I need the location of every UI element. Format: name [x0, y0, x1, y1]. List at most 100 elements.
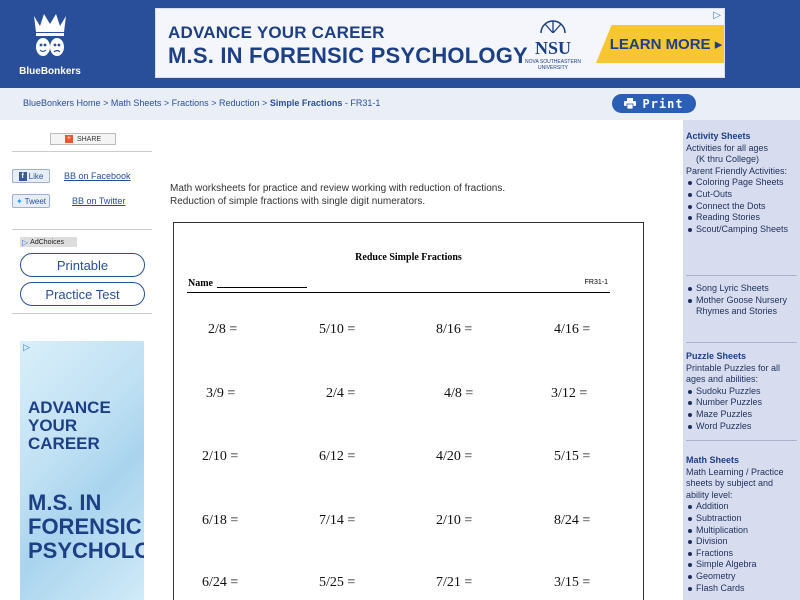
right-sidebar: Activity Sheets Activities for all ages … [683, 120, 800, 600]
song-list: Song Lyric Sheets Mother Goose Nursery [686, 283, 797, 306]
math-sheets-section: Math Sheets Math Learning / Practice she… [686, 455, 797, 594]
breadcrumb-separator: > [262, 98, 268, 108]
activity-sheets-section: Activity Sheets Activities for all ages … [686, 131, 797, 235]
practice-test-button[interactable]: Practice Test [20, 282, 145, 306]
sidebar-link[interactable]: Song Lyric Sheets [686, 283, 797, 295]
learn-more-button[interactable]: LEARN MORE ▸ [596, 25, 724, 63]
facebook-icon: f [18, 171, 27, 181]
crown-masks-icon [34, 14, 66, 56]
sidebar-link[interactable]: Fractions [686, 548, 797, 560]
tweet-button[interactable]: ✦ Tweet [12, 194, 50, 208]
sidebar-link[interactable]: Simple Algebra [686, 559, 797, 571]
sidebar-link[interactable]: Multiplication [686, 525, 797, 537]
activity-list: Coloring Page Sheets Cut-Outs Connect th… [686, 177, 797, 235]
intro-line1: Math worksheets for practice and review … [170, 183, 506, 194]
adchoices-icon[interactable]: ▷ [23, 342, 30, 353]
breadcrumb: BlueBonkers Home > Math Sheets > Fractio… [23, 98, 380, 108]
share-plus-icon: + [64, 135, 73, 143]
breadcrumb-separator: > [211, 98, 217, 108]
problem: 3/15 = [554, 575, 591, 590]
worksheet-rule [187, 292, 610, 293]
problem: 8/16 = [436, 322, 473, 337]
intro-text: Math worksheets for practice and review … [170, 182, 505, 208]
sidebar-link[interactable]: Mother Goose Nursery [686, 295, 797, 307]
print-button[interactable]: Print [612, 94, 696, 113]
adchoices-label: AdChoices [30, 238, 65, 246]
breadcrumb-home[interactable]: BlueBonkers Home [23, 98, 101, 108]
breadcrumb-separator: > [103, 98, 109, 108]
printable-button[interactable]: Printable [20, 253, 145, 277]
divider [686, 440, 797, 441]
sidebar-link[interactable]: Flash Cards [686, 583, 797, 595]
problem: 8/24 = [554, 513, 591, 528]
breadcrumb-reduction[interactable]: Reduction [219, 98, 260, 108]
sidebar-link[interactable]: Connect the Dots [686, 201, 797, 213]
share-button[interactable]: + SHARE [50, 133, 116, 145]
divider [12, 313, 152, 314]
problem: 2/10 = [436, 513, 473, 528]
puzzle-sheets-section: Puzzle Sheets Printable Puzzles for all … [686, 351, 797, 432]
sidebar-link[interactable]: Subtraction [686, 513, 797, 525]
twitter-icon: ✦ [15, 196, 23, 206]
problem: 5/10 = [319, 322, 356, 337]
problem: 4/8 = [444, 386, 474, 401]
divider [12, 229, 152, 230]
problem: 4/20 = [436, 449, 473, 464]
banner-line1: ADVANCE YOUR CAREER [168, 23, 385, 42]
share-label: SHARE [76, 135, 102, 143]
worksheet-title: Reduce Simple Fractions [355, 252, 462, 263]
problem: 6/12 = [319, 449, 356, 464]
sidebar-link[interactable]: Rhymes and Stories [686, 306, 797, 318]
sidebar-link[interactable]: Number Puzzles [686, 397, 797, 409]
worksheet-preview: Reduce Simple Fractions Name FR31-1 2/8 … [173, 222, 644, 600]
sidebar-link[interactable]: Cut-Outs [686, 189, 797, 201]
puzzle-desc: Printable Puzzles for all ages and abili… [686, 362, 781, 385]
top-banner-ad[interactable]: ADVANCE YOUR CAREER M.S. IN FORENSIC PSY… [155, 8, 725, 78]
problem: 5/15 = [554, 449, 591, 464]
banner-line2: M.S. IN FORENSIC PSYCHOLOGY [168, 43, 528, 68]
problem: 6/24 = [202, 575, 239, 590]
sidebar-link[interactable]: Word Puzzles [686, 421, 797, 433]
problem: 2/10 = [202, 449, 239, 464]
problem: 7/14 = [319, 513, 356, 528]
nsu-logo: NSU NOVA SOUTHEASTERN UNIVERSITY [518, 19, 588, 71]
sidebar-link[interactable]: Addition [686, 501, 797, 513]
math-desc: Math Learning / Practice sheets by subje… [686, 466, 784, 500]
puzzle-sheets-heading[interactable]: Puzzle Sheets [686, 351, 797, 363]
sidebar-link[interactable]: Scout/Camping Sheets [686, 224, 797, 236]
math-list: Addition Subtraction Multiplication Divi… [686, 501, 797, 594]
breadcrumb-current: Simple Fractions [269, 98, 343, 108]
activity-desc: Parent Friendly Activities: [686, 165, 788, 176]
facebook-like-button[interactable]: f Like [12, 169, 50, 183]
breadcrumb-fractions[interactable]: Fractions [172, 98, 209, 108]
twitter-link[interactable]: BB on Twitter [72, 196, 125, 206]
sidebar-link[interactable]: Maze Puzzles [686, 409, 797, 421]
problem: 3/12 = [551, 386, 588, 401]
sidebar-link[interactable]: Sudoku Puzzles [686, 386, 797, 398]
adchoices-icon: ▷ [22, 237, 29, 247]
breadcrumb-separator: > [163, 98, 170, 108]
sidebar-link[interactable]: Reading Stories [686, 212, 797, 224]
worksheet-name-field: Name [188, 278, 307, 289]
name-line [217, 287, 307, 288]
side-banner-ad[interactable]: ▷ ADVANCE YOUR CAREER M.S. IN FORENSIC P… [20, 341, 144, 600]
site-logo[interactable]: BlueBonkers [18, 10, 82, 78]
sidebar-link[interactable]: Geometry [686, 571, 797, 583]
breadcrumb-math-sheets[interactable]: Math Sheets [111, 98, 162, 108]
facebook-link[interactable]: BB on Facebook [64, 171, 131, 181]
problem: 2/4 = [326, 386, 356, 401]
tweet-label: Tweet [24, 196, 47, 206]
activity-sheets-heading[interactable]: Activity Sheets [686, 131, 797, 143]
sidebar-link[interactable]: Division [686, 536, 797, 548]
breadcrumb-code: - FR31-1 [342, 98, 381, 108]
adchoices-icon[interactable]: ▷ [713, 10, 721, 21]
math-sheets-heading[interactable]: Math Sheets [686, 455, 797, 467]
name-label: Name [188, 278, 213, 289]
problem: 5/25 = [319, 575, 356, 590]
song-section: Song Lyric Sheets Mother Goose Nursery R… [686, 283, 797, 318]
adchoices-badge[interactable]: ▷ AdChoices [20, 237, 77, 247]
divider [12, 151, 152, 152]
nsu-subtitle: NOVA SOUTHEASTERN UNIVERSITY [524, 59, 582, 71]
sidebar-link[interactable]: Coloring Page Sheets [686, 177, 797, 189]
twitter-row: ✦ Tweet BB on Twitter [12, 193, 125, 209]
